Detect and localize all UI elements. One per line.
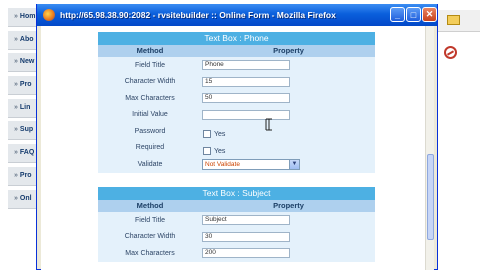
char-width-input[interactable]: 30: [202, 231, 290, 242]
max-chars-input[interactable]: 200: [202, 248, 290, 259]
max-chars-row: Max Characters 50: [98, 90, 375, 107]
folder-icon[interactable]: [447, 15, 460, 25]
password-checkbox[interactable]: [203, 130, 211, 139]
required-row: Required Yes: [98, 140, 375, 157]
max-chars-input[interactable]: 50: [202, 93, 290, 104]
validate-row: Validate Not Validate ▼: [98, 156, 375, 173]
property-header: Property: [273, 46, 304, 55]
background-page-right: [438, 0, 480, 270]
field-title-input[interactable]: Subject: [202, 215, 290, 226]
page-content: Text Box : Phone Method Property Field T…: [41, 26, 433, 270]
method-header: Method: [136, 201, 164, 210]
property-header: Property: [273, 201, 304, 210]
validate-label: Validate: [137, 160, 163, 168]
mouse-cursor-icon: [265, 118, 272, 131]
screen: Hom Abo New Pro Lin Sup FAQ Pro Onl http…: [0, 0, 480, 270]
field-title-row: Field Title Phone: [98, 57, 375, 74]
initial-value-input[interactable]: [202, 109, 290, 120]
required-yes-label: Yes: [214, 147, 226, 155]
maximize-button[interactable]: □: [406, 7, 421, 22]
textbox-phone-section: Text Box : Phone Method Property Field T…: [98, 32, 375, 182]
initial-value-label: Initial Value: [132, 111, 168, 119]
minimize-button[interactable]: _: [390, 7, 405, 22]
chevron-down-icon[interactable]: ▼: [289, 159, 299, 169]
window-titlebar[interactable]: http://65.98.38.90:2082 - rvsitebuilder …: [37, 4, 437, 26]
section-title: Text Box : Subject: [98, 187, 375, 200]
char-width-label: Character Width: [124, 233, 176, 241]
vertical-scrollbar[interactable]: [425, 26, 434, 270]
validate-select[interactable]: Not Validate ▼: [202, 158, 300, 170]
password-yes-label: Yes: [214, 131, 226, 139]
scrollbar-thumb[interactable]: [427, 154, 434, 240]
initial-value-row: Initial Value: [98, 107, 375, 124]
max-chars-label: Max Characters: [125, 94, 175, 102]
firefox-popup-window: http://65.98.38.90:2082 - rvsitebuilder …: [36, 4, 438, 270]
max-chars-row: Max Characters 200: [98, 245, 375, 262]
field-title-input[interactable]: Phone: [202, 60, 290, 71]
field-title-row: Field Title Subject: [98, 212, 375, 229]
section-header-row: Method Property: [98, 45, 375, 57]
section-header-row: Method Property: [98, 200, 375, 212]
max-chars-label: Max Characters: [125, 249, 175, 257]
field-title-label: Field Title: [135, 216, 165, 224]
required-checkbox[interactable]: [203, 146, 211, 155]
password-label: Password: [134, 127, 166, 135]
field-title-label: Field Title: [135, 61, 165, 69]
no-entry-icon[interactable]: [444, 46, 457, 59]
char-width-label: Character Width: [124, 78, 176, 86]
validate-selected-value: Not Validate: [205, 160, 240, 168]
char-width-row: Character Width 15: [98, 74, 375, 91]
char-width-input[interactable]: 15: [202, 76, 290, 87]
password-row: Password Yes: [98, 123, 375, 140]
section-title: Text Box : Phone: [98, 32, 375, 45]
required-label: Required: [135, 144, 165, 152]
char-width-row: Character Width 30: [98, 229, 375, 246]
method-header: Method: [136, 46, 164, 55]
firefox-icon: [43, 9, 55, 21]
close-button[interactable]: ✕: [422, 7, 437, 22]
section-body: Field Title Phone Character Width 15 Max…: [98, 57, 375, 173]
window-title: http://65.98.38.90:2082 - rvsitebuilder …: [60, 10, 336, 20]
section-body: Field Title Subject Character Width 30 M…: [98, 212, 375, 262]
textbox-subject-section: Text Box : Subject Method Property Field…: [98, 187, 375, 270]
